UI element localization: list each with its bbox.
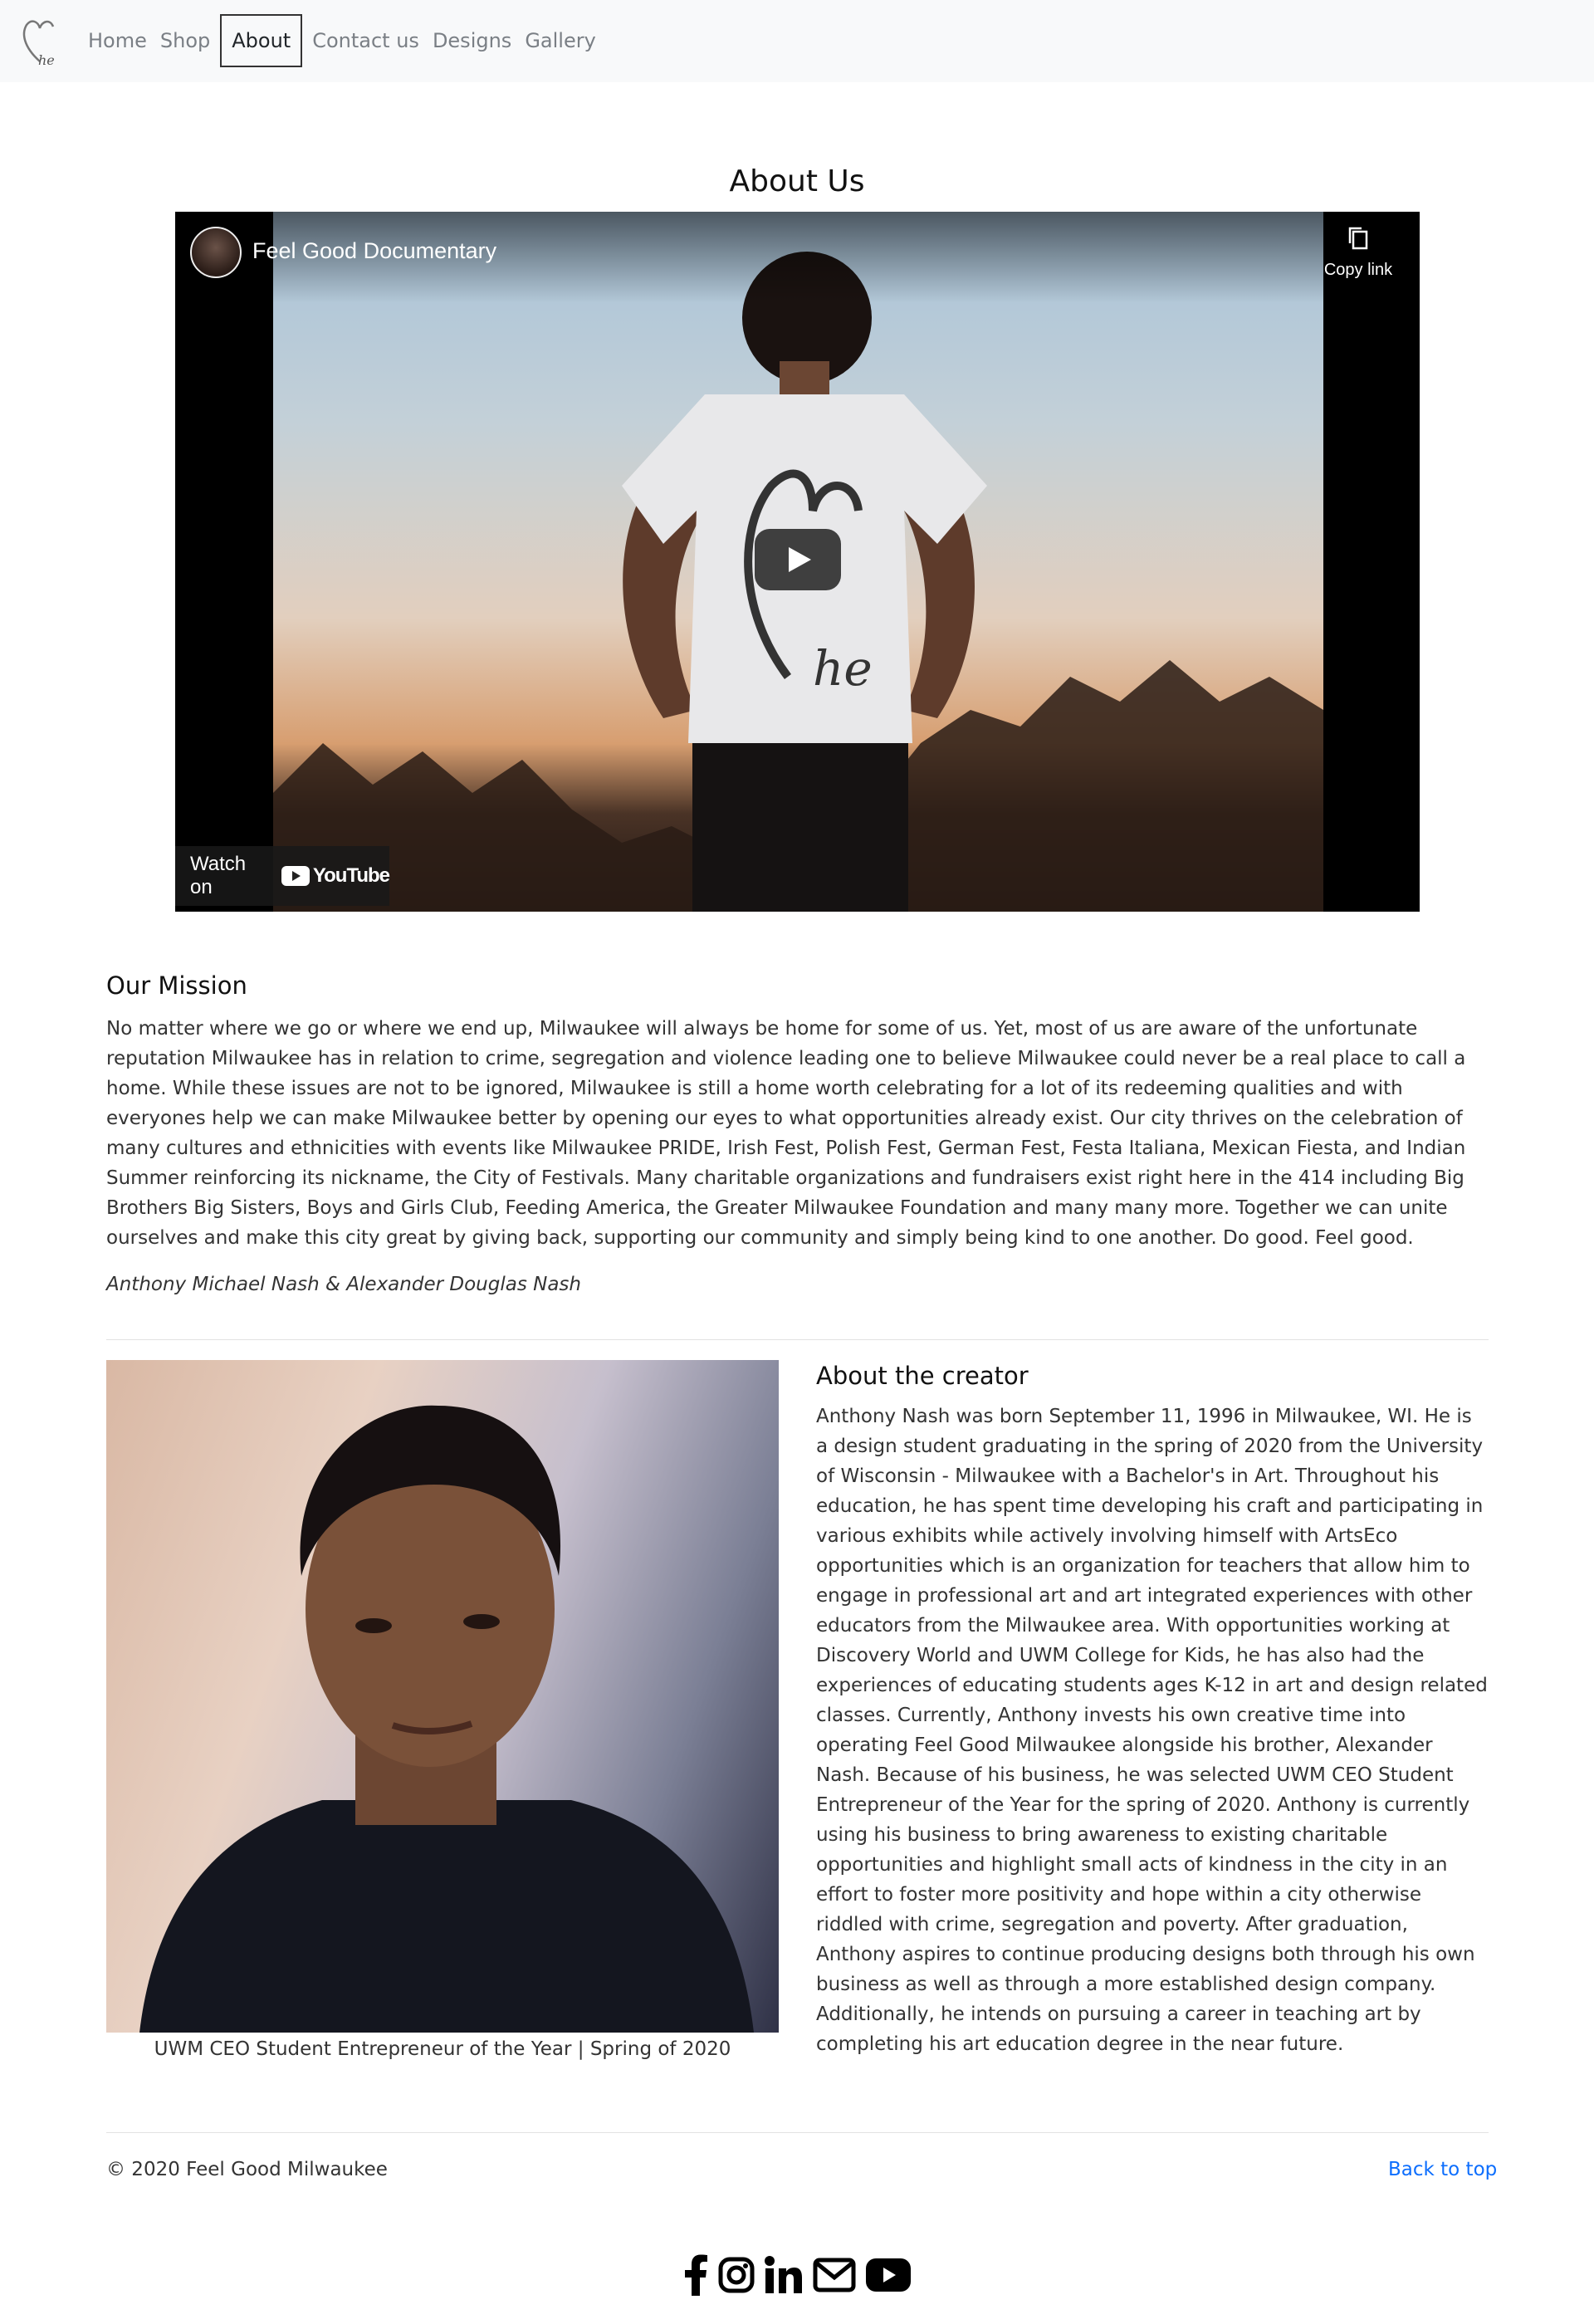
- copy-link-button[interactable]: Copy link: [1313, 225, 1404, 280]
- watch-on-youtube-button[interactable]: Watch on YouTube: [175, 846, 390, 906]
- svg-text:he: he: [813, 640, 873, 697]
- feel-good-logo[interactable]: he: [20, 15, 60, 68]
- mission-text: No matter where we go or where we end up…: [106, 1018, 1466, 1249]
- youtube-play-icon: [281, 866, 310, 886]
- linkedin-icon[interactable]: [765, 2256, 803, 2294]
- mission-signature: Anthony Michael Nash & Alexander Douglas…: [106, 1274, 581, 1295]
- nav-gallery[interactable]: Gallery: [518, 14, 602, 67]
- navbar: he Home Shop About Contact us Designs Ga…: [0, 0, 1594, 82]
- svg-text:he: he: [38, 52, 55, 68]
- creator-bio: Anthony Nash was born September 11, 1996…: [816, 1406, 1488, 2055]
- copyright-text: © 2020 Feel Good Milwaukee: [106, 2159, 388, 2180]
- photo-caption: UWM CEO Student Entrepreneur of the Year…: [154, 2038, 731, 2060]
- nav-designs[interactable]: Designs: [426, 14, 518, 67]
- watch-on-label: Watch on: [190, 853, 247, 898]
- divider: [106, 1339, 1489, 1340]
- nav-about[interactable]: About: [220, 14, 303, 67]
- instagram-icon[interactable]: [718, 2257, 755, 2293]
- channel-avatar[interactable]: [190, 227, 242, 278]
- back-to-top-link[interactable]: Back to top: [1388, 2159, 1497, 2180]
- copy-link-label: Copy link: [1323, 261, 1393, 279]
- divider: [106, 2132, 1489, 2133]
- mission-heading: Our Mission: [106, 971, 247, 1000]
- nav-home[interactable]: Home: [81, 14, 154, 67]
- youtube-icon[interactable]: [866, 2258, 911, 2292]
- page-title: About Us: [729, 164, 865, 198]
- main-nav: Home Shop About Contact us Designs Galle…: [81, 14, 603, 67]
- creator-heading: About the creator: [816, 1362, 1029, 1390]
- youtube-video-embed[interactable]: he Feel Good Documentary Copy link Watch…: [175, 212, 1420, 912]
- play-button[interactable]: [755, 529, 841, 590]
- youtube-logo: YouTube: [281, 864, 390, 888]
- nav-shop[interactable]: Shop: [154, 14, 217, 67]
- creator-photo: [106, 1360, 779, 2033]
- nav-contact[interactable]: Contact us: [306, 14, 426, 67]
- social-links: [683, 2252, 911, 2298]
- mail-icon[interactable]: [813, 2258, 856, 2292]
- copy-icon: [1348, 227, 1368, 250]
- video-title[interactable]: Feel Good Documentary: [252, 238, 496, 264]
- facebook-icon[interactable]: [683, 2254, 708, 2296]
